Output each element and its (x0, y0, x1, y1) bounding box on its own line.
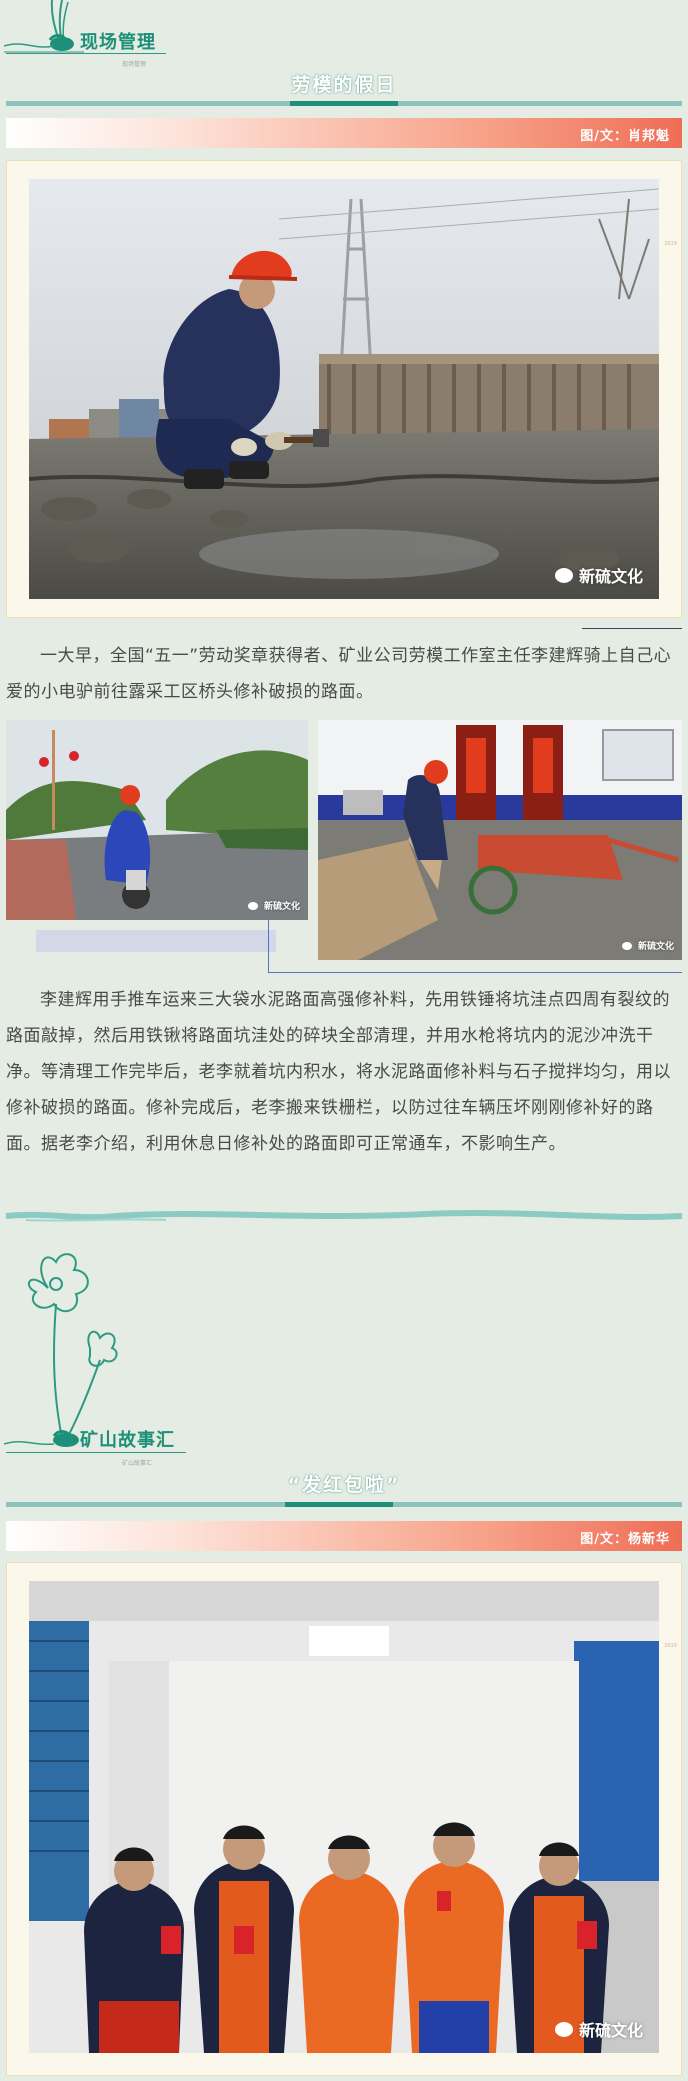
wechat-icon (621, 941, 632, 950)
paragraph-intro: 一大早，全国“五一”劳动奖章获得者、矿业公司劳模工作室主任李建辉骑上自己心爱的小… (6, 646, 672, 702)
photo-scooter-ride: 新硫文化 (6, 720, 308, 920)
byline-text: 图/文：肖邦魁 (580, 129, 670, 144)
frame-label: 2019 (664, 241, 677, 247)
wechat-watermark: 新硫文化 (554, 2017, 643, 2041)
decorative-line (268, 920, 269, 973)
road-repair-illustration (29, 179, 659, 599)
photo-worker-repairing-road: 新硫文化 (29, 179, 659, 599)
wechat-icon (554, 567, 573, 583)
wechat-watermark: 新硫文化 (554, 563, 643, 587)
section-header-subtitle: 现场管理 (122, 61, 147, 68)
section-header-subtitle: 矿山故事汇 (122, 1460, 153, 1467)
cart-illustration (318, 720, 682, 960)
frame-label: 2019 (664, 1643, 677, 1649)
watermark-text: 新硫文化 (578, 567, 643, 586)
decorative-block (36, 930, 276, 952)
wechat-icon (247, 901, 258, 910)
decorative-line (268, 972, 682, 973)
wechat-watermark: 新硫文化 (621, 939, 674, 952)
scooter-illustration (6, 720, 308, 920)
byline-text: 图/文：杨新华 (580, 1532, 670, 1547)
section-header-title: 现场管理 (80, 32, 156, 53)
watermark-text: 新硫文化 (637, 942, 674, 952)
watermark-text: 新硫文化 (263, 902, 300, 912)
watermark-text: 新硫文化 (578, 2021, 643, 2040)
brush-divider (6, 1210, 682, 1222)
photo-group-red-envelopes: 新硫文化 (29, 1581, 659, 2053)
section-header-2: 矿山故事汇 矿山故事汇 “发红包啦” (0, 1240, 688, 1520)
title-bar-accent (285, 1502, 393, 1507)
header-underline (6, 1452, 186, 1453)
title-bar-accent (290, 101, 398, 106)
header-underline (6, 53, 166, 54)
group-photo-illustration (29, 1581, 659, 2053)
decorative-line (582, 628, 682, 629)
wechat-watermark: 新硫文化 (247, 899, 300, 912)
paragraph-repair-details: 李建辉用手推车运来三大袋水泥路面高强修补料，先用铁锤将坑洼点四周有裂纹的路面敲掉… (6, 990, 671, 1154)
photo-frame: 新硫文化 2019 (6, 1562, 682, 2076)
section-header-title: 矿山故事汇 (80, 1430, 175, 1451)
wechat-icon (554, 2021, 573, 2037)
byline-ribbon: 图/文：杨新华 (6, 1521, 682, 1551)
photo-cart-cement: 新硫文化 (318, 720, 682, 960)
article-title: “发红包啦” (287, 1474, 401, 1496)
photo-frame: 新硫文化 2019 (6, 160, 682, 618)
section-header-1: 现场管理 现场管理 劳模的假日 (0, 0, 688, 115)
article-title: 劳模的假日 (291, 74, 397, 96)
byline-ribbon: 图/文：肖邦魁 (6, 118, 682, 148)
